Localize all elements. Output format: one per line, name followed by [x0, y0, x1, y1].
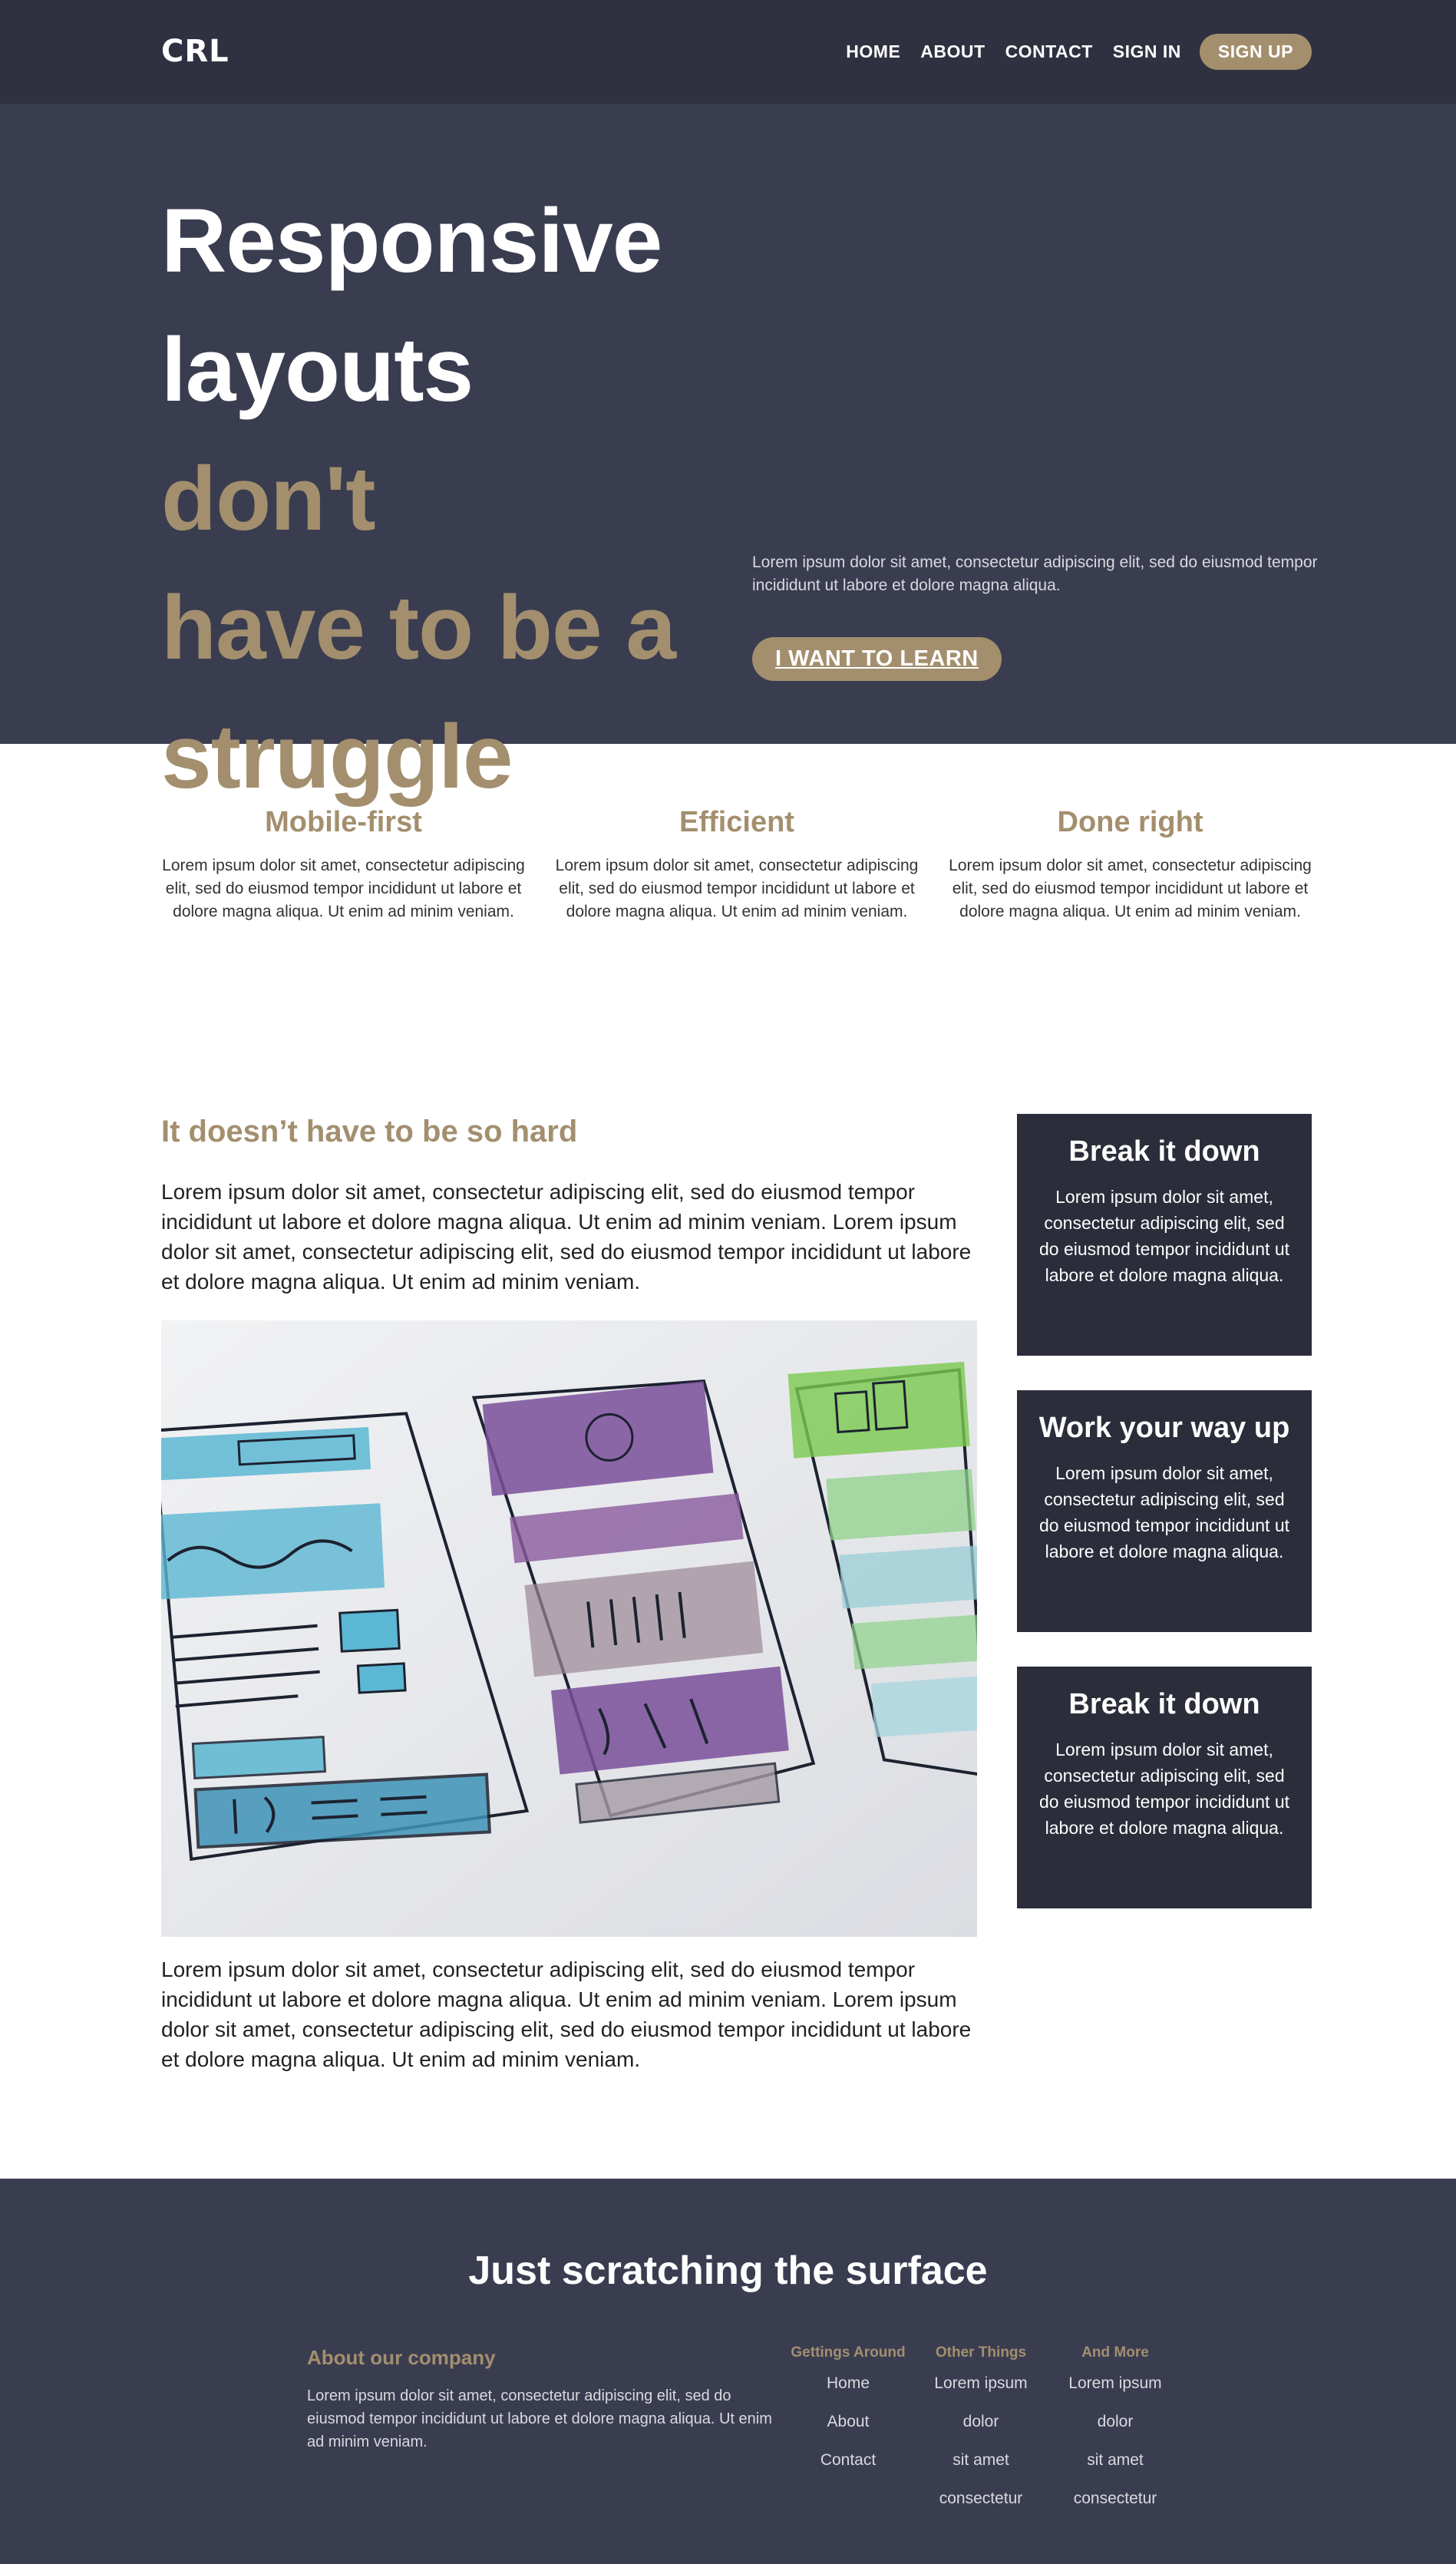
feature-title: Mobile-first	[265, 806, 422, 838]
footer-link[interactable]: Lorem ipsum	[1050, 2364, 1180, 2403]
aside-card-break-it-down-2: Break it down Lorem ipsum dolor sit amet…	[1017, 1667, 1312, 1908]
aside-card-work-your-way-up: Work your way up Lorem ipsum dolor sit a…	[1017, 1390, 1312, 1632]
hero-title-white-1: Responsive	[161, 190, 662, 292]
aside-card-text: Lorem ipsum dolor sit amet, consectetur …	[1038, 1740, 1290, 1838]
footer-link[interactable]: sit amet	[916, 2441, 1046, 2480]
feature-text: Lorem ipsum dolor sit amet, consectetur …	[162, 857, 525, 920]
logo[interactable]: CRL	[161, 34, 229, 69]
main-paragraph-2: Lorem ipsum dolor sit amet, consectetur …	[161, 1958, 972, 2071]
footer-link[interactable]: consectetur	[916, 2480, 1046, 2518]
hero-title: Responsive layouts don't have to be a st…	[161, 177, 683, 821]
footer-column-other-things: Other Things Lorem ipsum dolor sit amet …	[916, 2344, 1046, 2518]
site-header: CRL HOME ABOUT CONTACT SIGN IN SIGN UP	[0, 0, 1456, 104]
hero-title-white-2: layouts	[161, 319, 474, 421]
about-company-title: About our company	[307, 2346, 496, 2369]
footer-link[interactable]: Lorem ipsum	[916, 2364, 1046, 2403]
main-nav: HOME ABOUT CONTACT SIGN IN SIGN UP	[826, 34, 1312, 70]
main-heading: It doesn’t have to be so hard	[161, 1115, 578, 1148]
footer-column-and-more: And More Lorem ipsum dolor sit amet cons…	[1050, 2344, 1180, 2518]
footer-link[interactable]: dolor	[916, 2403, 1046, 2441]
feature-efficient: Efficient Lorem ipsum dolor sit amet, co…	[555, 806, 919, 924]
nav-sign-in-link[interactable]: SIGN IN	[1113, 41, 1181, 62]
hero-section: Responsive layouts don't have to be a st…	[0, 104, 1456, 808]
sign-up-button[interactable]: SIGN UP	[1199, 34, 1312, 70]
aside-card-title: Break it down	[1068, 1135, 1260, 1168]
footer-link-about[interactable]: About	[783, 2403, 913, 2441]
nav-contact-link[interactable]: CONTACT	[1005, 41, 1093, 62]
footer-link[interactable]: consectetur	[1050, 2480, 1180, 2518]
main-paragraph-1: Lorem ipsum dolor sit amet, consectetur …	[161, 1180, 972, 1294]
footer-link[interactable]: dolor	[1050, 2403, 1180, 2441]
aside-card-title: Break it down	[1068, 1688, 1260, 1720]
footer-column-title: Gettings Around	[791, 2344, 906, 2361]
features-section: Mobile-first Lorem ipsum dolor sit amet,…	[161, 806, 1312, 924]
wireframe-sketch-illustration	[161, 1320, 977, 1937]
footer-column-title: And More	[1081, 2344, 1149, 2361]
aside-card-text: Lorem ipsum dolor sit amet, consectetur …	[1038, 1463, 1290, 1561]
feature-done-right: Done right Lorem ipsum dolor sit amet, c…	[948, 806, 1312, 924]
footer-link-home[interactable]: Home	[783, 2364, 913, 2403]
feature-text: Lorem ipsum dolor sit amet, consectetur …	[555, 857, 919, 920]
feature-title: Efficient	[679, 806, 794, 838]
about-company-text: Lorem ipsum dolor sit amet, consectetur …	[307, 2387, 772, 2450]
footer-column-title: Other Things	[935, 2344, 1027, 2361]
feature-mobile-first: Mobile-first Lorem ipsum dolor sit amet,…	[161, 806, 526, 924]
aside-card-title: Work your way up	[1038, 1412, 1290, 1444]
nav-about-link[interactable]: ABOUT	[920, 41, 985, 62]
learn-button[interactable]: I WANT TO LEARN	[752, 637, 1002, 681]
footer-column-getting-around: Gettings Around Home About Contact	[783, 2344, 913, 2480]
hero-description: Lorem ipsum dolor sit amet, consectetur …	[752, 553, 1318, 594]
aside-card-break-it-down: Break it down Lorem ipsum dolor sit amet…	[1017, 1114, 1312, 1356]
footer-title: Just scratching the surface	[468, 2248, 988, 2293]
hero-title-accent-2: have to be a	[161, 577, 676, 679]
footer-link-contact[interactable]: Contact	[783, 2441, 913, 2480]
feature-text: Lorem ipsum dolor sit amet, consectetur …	[949, 857, 1312, 920]
footer-link[interactable]: sit amet	[1050, 2441, 1180, 2480]
nav-home-link[interactable]: HOME	[846, 41, 900, 62]
hero-title-accent-1: don't	[161, 448, 376, 550]
feature-title: Done right	[1057, 806, 1203, 838]
wireframe-sketch-image	[161, 1320, 977, 1937]
aside-card-text: Lorem ipsum dolor sit amet, consectetur …	[1038, 1187, 1290, 1285]
hero-title-accent-3: struggle	[161, 706, 513, 808]
site-footer: Just scratching the surface About our co…	[0, 2179, 1456, 2564]
